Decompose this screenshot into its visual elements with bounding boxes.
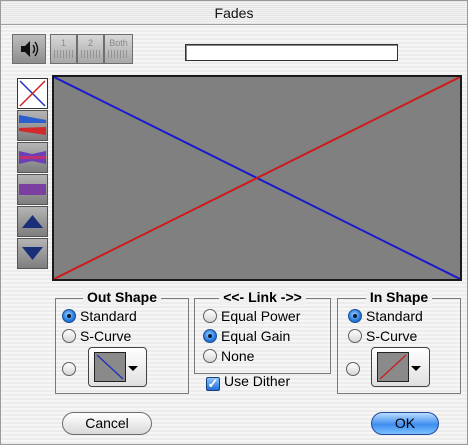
- chevron-down-icon: [128, 366, 138, 371]
- in-shape-title: In Shape: [365, 289, 433, 305]
- in-shape-thumbnail: [377, 352, 409, 382]
- move-up-button[interactable]: [17, 206, 48, 237]
- flat-waveform-icon: [19, 184, 46, 195]
- progress-bar: [185, 44, 398, 61]
- radio-indicator: [203, 349, 217, 363]
- fade-curve-graph[interactable]: [52, 75, 462, 281]
- fade-out-tool[interactable]: [17, 110, 48, 141]
- radio-indicator: [346, 362, 360, 376]
- radio-indicator: [348, 309, 362, 323]
- in-s-curve-label: S-Curve: [366, 328, 418, 344]
- speaker-icon: [21, 41, 39, 57]
- cancel-button[interactable]: Cancel: [62, 412, 152, 435]
- radio-indicator: [62, 309, 76, 323]
- use-dither-checkbox[interactable]: ✓ Use Dither: [206, 372, 290, 391]
- radio-indicator: [62, 362, 76, 376]
- fade-in-out-tool[interactable]: [17, 142, 48, 173]
- radio-indicator: [203, 329, 217, 343]
- channel-both-label: Both: [109, 38, 128, 48]
- crossfade-tool[interactable]: [17, 78, 48, 109]
- out-s-curve-radio[interactable]: S-Curve: [62, 327, 131, 345]
- radio-indicator: [203, 309, 217, 323]
- link-group: <<- Link ->> Equal Power Equal Gain None: [194, 289, 331, 374]
- channel-1-button[interactable]: 1: [50, 34, 77, 64]
- checkmark-icon: ✓: [206, 376, 220, 391]
- out-standard-radio[interactable]: Standard: [62, 307, 137, 325]
- waveform-icon: [81, 50, 100, 58]
- link-equal-gain-radio[interactable]: Equal Gain: [203, 327, 290, 345]
- out-shape-group: Out Shape Standard S-Curve: [55, 289, 189, 394]
- triangle-up-icon: [22, 215, 43, 228]
- in-standard-radio[interactable]: Standard: [348, 307, 423, 325]
- use-dither-label: Use Dither: [224, 373, 291, 389]
- flat-fade-tool[interactable]: [17, 174, 48, 205]
- out-standard-label: Standard: [80, 308, 137, 324]
- link-title: <<- Link ->>: [219, 289, 306, 305]
- triangle-down-icon: [22, 247, 43, 260]
- link-equal-power-radio[interactable]: Equal Power: [203, 307, 300, 325]
- in-shape-popup[interactable]: [371, 347, 430, 387]
- channel-2-button[interactable]: 2: [77, 34, 104, 64]
- link-equal-power-label: Equal Power: [221, 308, 301, 324]
- channel-2-label: 2: [87, 38, 93, 48]
- link-equal-gain-label: Equal Gain: [221, 328, 291, 344]
- fades-dialog: Fades 1 2 Both Out Shape Standard S-Curv…: [0, 0, 468, 445]
- link-none-label: None: [221, 348, 255, 364]
- chevron-down-icon: [411, 366, 421, 371]
- in-custom-radio[interactable]: [346, 360, 364, 378]
- crossfade-x-icon: [19, 80, 46, 107]
- out-shape-title: Out Shape: [82, 289, 161, 305]
- in-standard-label: Standard: [366, 308, 423, 324]
- out-s-curve-label: S-Curve: [80, 328, 132, 344]
- radio-indicator: [348, 329, 362, 343]
- out-shape-popup[interactable]: [88, 347, 147, 387]
- speaker-button[interactable]: [12, 34, 46, 64]
- out-shape-thumbnail: [94, 352, 126, 382]
- radio-indicator: [62, 329, 76, 343]
- waveform-icon: [108, 50, 129, 58]
- fade-out-waveform-icon: [19, 115, 46, 135]
- channel-1-label: 1: [60, 38, 66, 48]
- fade-in-out-waveform-icon: [19, 151, 46, 164]
- window-title: Fades: [1, 1, 467, 25]
- out-custom-radio[interactable]: [62, 360, 80, 378]
- move-down-button[interactable]: [17, 238, 48, 269]
- in-s-curve-radio[interactable]: S-Curve: [348, 327, 417, 345]
- ok-button[interactable]: OK: [371, 412, 439, 435]
- link-none-radio[interactable]: None: [203, 347, 254, 365]
- in-shape-group: In Shape Standard S-Curve: [337, 289, 461, 394]
- channel-both-button[interactable]: Both: [104, 34, 133, 64]
- waveform-icon: [54, 50, 73, 58]
